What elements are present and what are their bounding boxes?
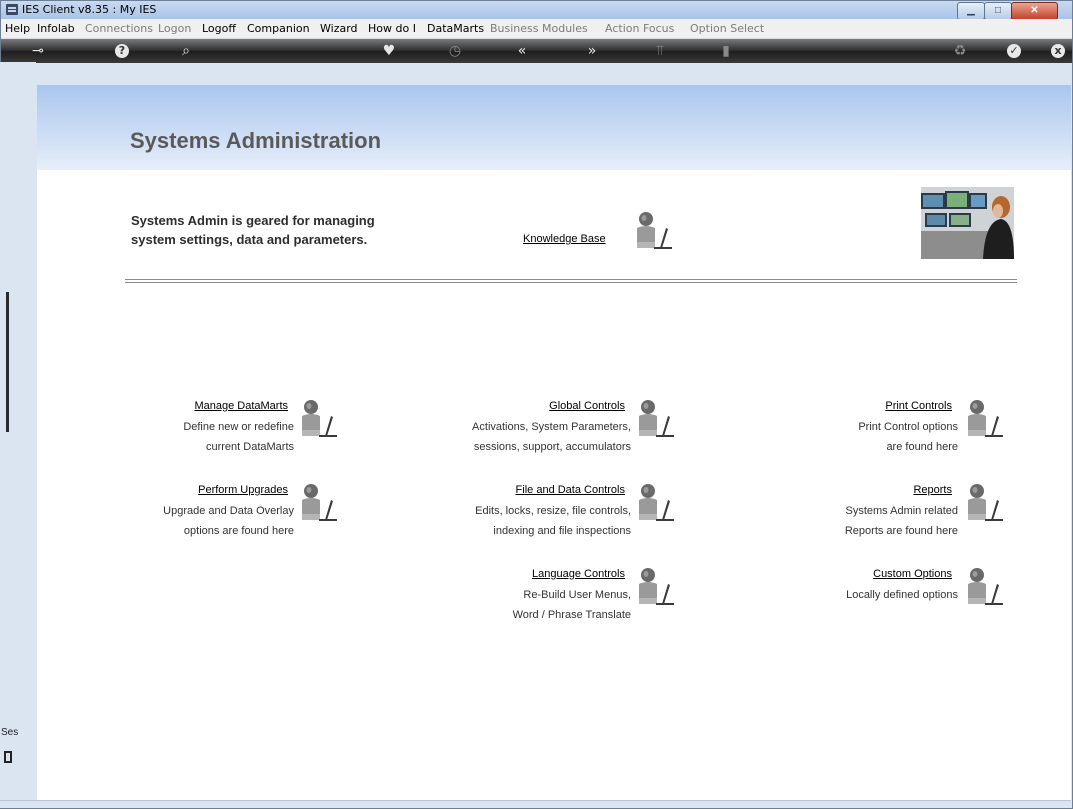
help-icon[interactable]: ? bbox=[115, 44, 129, 58]
session-icon[interactable] bbox=[4, 751, 12, 763]
check-icon[interactable]: ✓ bbox=[1007, 44, 1021, 58]
left-panel bbox=[0, 62, 36, 800]
intro-line-1: Systems Admin is geared for managing bbox=[131, 213, 375, 228]
manage-datamarts-desc: Define new or redefine current DataMarts bbox=[183, 417, 294, 457]
menu-how-do-i[interactable]: How do I bbox=[368, 22, 416, 35]
menu-action-focus: Action Focus bbox=[605, 22, 675, 35]
splitter[interactable] bbox=[6, 292, 9, 432]
menu-bar: Help Infolab Connections Logon Logoff Co… bbox=[1, 19, 1072, 39]
menu-datamarts[interactable]: DataMarts bbox=[427, 22, 484, 35]
desc-line: current DataMarts bbox=[205, 441, 294, 453]
menu-connections: Connections bbox=[85, 22, 153, 35]
menu-help[interactable]: Help bbox=[5, 22, 30, 35]
close-icon[interactable]: x bbox=[1051, 44, 1065, 58]
custom-options-desc: Locally defined options bbox=[846, 585, 958, 605]
desc-line: Re-Build User Menus, bbox=[523, 589, 631, 601]
print-controls-desc: Print Control options are found here bbox=[858, 417, 958, 457]
perform-upgrades-icon[interactable] bbox=[299, 482, 339, 522]
maximize-button[interactable]: □ bbox=[984, 2, 1012, 20]
status-bar bbox=[0, 800, 1071, 808]
desc-line: Word / Phrase Translate bbox=[512, 609, 631, 621]
clock-icon[interactable]: ◷ bbox=[446, 42, 464, 60]
search-icon[interactable]: ⌕ bbox=[177, 42, 195, 60]
reports-desc: Systems Admin related Reports are found … bbox=[845, 501, 958, 541]
global-controls-desc: Activations, System Parameters, sessions… bbox=[472, 417, 631, 457]
desc-line: sessions, support, accumulators bbox=[473, 441, 631, 453]
tools-icon[interactable]: ⫪ bbox=[651, 42, 669, 60]
heart-icon[interactable]: ♥ bbox=[380, 42, 398, 60]
menu-infolab[interactable]: Infolab bbox=[37, 22, 75, 35]
intro-text: Systems Admin is geared for managing sys… bbox=[131, 211, 431, 249]
desc-line: Print Control options bbox=[858, 421, 958, 433]
custom-options-icon[interactable] bbox=[965, 566, 1005, 606]
intro-line-2: system settings, data and parameters. bbox=[131, 232, 368, 247]
print-controls-link[interactable]: Print Controls bbox=[885, 400, 952, 412]
window-title: IES Client v8.35 : My IES bbox=[22, 3, 157, 16]
divider bbox=[125, 279, 1017, 283]
menu-companion[interactable]: Companion bbox=[247, 22, 310, 35]
session-label: Ses bbox=[1, 727, 19, 738]
page-title: Systems Administration bbox=[130, 128, 382, 153]
global-controls-icon[interactable] bbox=[636, 398, 676, 438]
reports-link[interactable]: Reports bbox=[913, 484, 952, 496]
notes-icon[interactable]: ▮ bbox=[717, 42, 735, 60]
back-icon[interactable]: « bbox=[513, 42, 531, 60]
desc-line: Locally defined options bbox=[846, 589, 958, 601]
key-icon[interactable]: ⊸ bbox=[27, 42, 49, 60]
desc-line: Upgrade and Data Overlay bbox=[163, 505, 294, 517]
close-window-button[interactable]: ✕ bbox=[1011, 2, 1058, 20]
desc-line: Define new or redefine bbox=[183, 421, 294, 433]
app-icon[interactable] bbox=[6, 4, 18, 15]
perform-upgrades-link[interactable]: Perform Upgrades bbox=[198, 484, 288, 496]
desc-line: indexing and file inspections bbox=[493, 525, 631, 537]
admin-photo bbox=[921, 187, 1014, 259]
manage-datamarts-link[interactable]: Manage DataMarts bbox=[194, 400, 288, 412]
language-controls-link[interactable]: Language Controls bbox=[532, 568, 625, 580]
recycle-icon[interactable]: ♻ bbox=[951, 42, 969, 60]
desc-line: Edits, locks, resize, file controls, bbox=[475, 505, 631, 517]
menu-option-select: Option Select bbox=[690, 22, 765, 35]
language-controls-icon[interactable] bbox=[636, 566, 676, 606]
menu-business-modules: Business Modules bbox=[490, 22, 588, 35]
menu-logon: Logon bbox=[158, 22, 192, 35]
desc-line: options are found here bbox=[183, 525, 294, 537]
perform-upgrades-desc: Upgrade and Data Overlay options are fou… bbox=[163, 501, 294, 541]
manage-datamarts-icon[interactable] bbox=[299, 398, 339, 438]
minimize-button[interactable]: ▁ bbox=[957, 2, 985, 20]
file-data-controls-icon[interactable] bbox=[636, 482, 676, 522]
toolbar: ⊸ ? ⌕ ♥ ◷ « » ⫪ ▮ ♻ ✓ x bbox=[1, 39, 1072, 63]
desc-line: Reports are found here bbox=[844, 525, 958, 537]
title-bar[interactable]: IES Client v8.35 : My IES ▁ □ ✕ bbox=[1, 1, 1072, 20]
custom-options-link[interactable]: Custom Options bbox=[873, 568, 952, 580]
menu-wizard[interactable]: Wizard bbox=[320, 22, 358, 35]
menu-logoff[interactable]: Logoff bbox=[202, 22, 236, 35]
global-controls-link[interactable]: Global Controls bbox=[549, 400, 625, 412]
desc-line: are found here bbox=[886, 441, 958, 453]
forward-icon[interactable]: » bbox=[583, 42, 601, 60]
language-controls-desc: Re-Build User Menus, Word / Phrase Trans… bbox=[513, 585, 631, 625]
desc-line: Systems Admin related bbox=[845, 505, 959, 517]
reports-icon[interactable] bbox=[965, 482, 1005, 522]
desc-line: Activations, System Parameters, bbox=[472, 421, 631, 433]
file-data-controls-link[interactable]: File and Data Controls bbox=[516, 484, 625, 496]
print-controls-icon[interactable] bbox=[965, 398, 1005, 438]
knowledge-base-icon[interactable] bbox=[634, 210, 674, 250]
knowledge-base-link[interactable]: Knowledge Base bbox=[523, 233, 606, 245]
file-data-controls-desc: Edits, locks, resize, file controls, ind… bbox=[475, 501, 631, 541]
